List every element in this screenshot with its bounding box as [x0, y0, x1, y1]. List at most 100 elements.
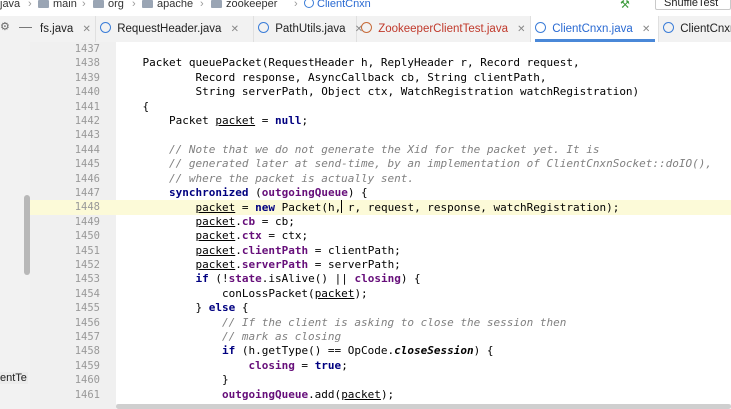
code-line[interactable]: Packet queuePacket(RequestHeader h, Repl… — [116, 56, 731, 70]
code-line[interactable]: // Note that we do not generate the Xid … — [116, 143, 731, 157]
code-line[interactable]: // mark as closing — [116, 330, 731, 344]
chevron-right-icon: › — [28, 0, 32, 10]
code-line[interactable]: synchronized (outgoingQueue) { — [116, 186, 731, 200]
line-number: 1460 — [74, 374, 100, 387]
tab-label: PathUtils.java — [275, 23, 346, 35]
tab-label: ClientCnxn — [680, 23, 731, 35]
class-icon — [100, 22, 111, 33]
line-number: 1439 — [74, 71, 100, 84]
code-line[interactable]: if (h.getType() == OpCode.closeSession) … — [116, 344, 731, 358]
line-number: 1459 — [74, 359, 100, 372]
line-number: 1453 — [74, 273, 100, 286]
breadcrumb-org[interactable]: org — [93, 0, 124, 10]
line-number: 1440 — [74, 86, 100, 99]
code-line[interactable]: } — [116, 373, 731, 387]
code-line[interactable]: packet.ctx = ctx; — [116, 229, 731, 243]
left-tool-strip — [0, 42, 31, 409]
breadcrumb: java › main › org › apache › zookeeper ›… — [0, 0, 731, 10]
run-config-label: ShuffleTest — [664, 0, 719, 9]
line-number: 1441 — [74, 100, 100, 113]
code-line[interactable]: closing = true; — [116, 359, 731, 373]
line-number: 1443 — [74, 129, 100, 142]
code-line[interactable]: packet.clientPath = clientPath; — [116, 244, 731, 258]
line-number: 1450 — [74, 230, 100, 243]
line-number: 1456 — [74, 316, 100, 329]
text-caret — [341, 200, 343, 214]
line-number: 1452 — [74, 259, 100, 271]
breadcrumb-apache[interactable]: apache — [142, 0, 193, 10]
line-number: 1446 — [74, 172, 100, 185]
line-number: 1442 — [74, 115, 100, 127]
horizontal-scrollbar[interactable] — [116, 404, 731, 409]
breadcrumb-label: main — [53, 0, 77, 10]
code-line[interactable] — [116, 128, 731, 142]
code-line[interactable]: packet.serverPath = serverPath; — [116, 258, 731, 272]
breadcrumb-label: org — [108, 0, 124, 10]
line-number: 1437 — [74, 43, 100, 55]
code-line[interactable]: { — [116, 100, 731, 114]
code-line[interactable]: Packet packet = null; — [116, 114, 731, 128]
gear-icon[interactable]: ⚙ — [0, 22, 10, 33]
breadcrumb-label: ClientCnxn — [317, 0, 371, 10]
folder-icon — [93, 0, 104, 8]
tab-clientcnxn-2[interactable]: ClientCnxn — [659, 16, 731, 42]
close-icon[interactable]: ✕ — [642, 24, 650, 35]
breadcrumb-label: apache — [157, 0, 194, 10]
tab-label: fs.java — [40, 23, 74, 35]
chevron-right-icon: › — [294, 0, 298, 10]
chevron-right-icon: › — [200, 0, 204, 10]
line-number: 1438 — [74, 57, 100, 70]
folder-icon — [142, 0, 153, 8]
code-line[interactable]: packet.cb = cb; — [116, 215, 731, 229]
tab-zookeeperclienttest-java[interactable]: ZookeeperClientTest.java ✕ — [357, 16, 531, 42]
close-icon[interactable]: ✕ — [517, 24, 525, 35]
run-config-selector[interactable]: ShuffleTest — [655, 0, 731, 10]
tab-label: RequestHeader.java — [117, 23, 222, 35]
hammer-icon[interactable]: ⚒ — [620, 0, 630, 10]
tab-label: ZookeeperClientTest.java — [378, 23, 508, 35]
tab-fs-java[interactable]: fs.java ✕ — [36, 16, 96, 42]
class-icon — [304, 0, 314, 8]
code-line[interactable]: // where the packet is actually sent. — [116, 172, 731, 186]
line-number: 1461 — [74, 388, 100, 401]
code-line[interactable]: if (!state.isAlive() || closing) { — [116, 272, 731, 286]
line-number: 1457 — [74, 331, 100, 343]
code-line-current[interactable]: packet = new Packet(h, r, request, respo… — [116, 200, 731, 215]
code-line[interactable]: String serverPath, Object ctx, WatchRegi… — [116, 85, 731, 99]
code-line[interactable]: conLossPacket(packet); — [116, 287, 731, 301]
tab-requestheader-java[interactable]: RequestHeader.java ✕ — [96, 16, 254, 42]
line-number: 1447 — [74, 187, 100, 199]
code-editor[interactable]: Packet queuePacket(RequestHeader h, Repl… — [116, 42, 731, 409]
code-line[interactable]: // If the client is asking to close the … — [116, 316, 731, 330]
breadcrumb-java[interactable]: java — [0, 0, 20, 10]
code-line[interactable]: } else { — [116, 301, 731, 315]
line-number: 1449 — [74, 215, 100, 228]
line-number: 1451 — [74, 244, 100, 257]
breadcrumb-zookeeper[interactable]: zookeeper — [211, 0, 277, 10]
breadcrumb-clientcnxn[interactable]: ClientCnxn — [304, 0, 371, 10]
code-line[interactable]: outgoingQueue.add(packet); — [116, 388, 731, 402]
line-number: 1458 — [74, 345, 100, 358]
code-line[interactable]: // generated later at send-time, by an i… — [116, 157, 731, 171]
line-number: 1448 — [74, 201, 100, 214]
line-number: 1455 — [74, 302, 100, 315]
class-icon — [258, 22, 269, 33]
line-number: 1445 — [74, 158, 100, 171]
tab-pathutils-java[interactable]: PathUtils.java ✕ — [254, 16, 363, 42]
close-icon[interactable]: ✕ — [231, 24, 239, 35]
folder-icon — [38, 0, 49, 8]
scrollbar-thumb[interactable] — [116, 404, 731, 409]
tab-label: ClientCnxn.java — [552, 23, 633, 35]
class-icon — [663, 22, 674, 33]
code-line[interactable] — [116, 42, 731, 56]
line-number: 1454 — [74, 287, 100, 300]
breadcrumb-label: zookeeper — [226, 0, 278, 10]
side-panel-label[interactable]: entTe — [0, 372, 28, 384]
breadcrumb-main[interactable]: main — [38, 0, 77, 10]
line-number: 1444 — [74, 143, 100, 156]
line-number-gutter: 1437 1438 1439 1440 1441 1442 1443 1444 … — [30, 42, 139, 409]
close-icon[interactable]: ✕ — [82, 24, 90, 35]
code-line[interactable]: Record response, AsyncCallback cb, Strin… — [116, 71, 731, 85]
chevron-right-icon: › — [82, 0, 86, 10]
minimize-icon[interactable]: — — [19, 19, 32, 34]
